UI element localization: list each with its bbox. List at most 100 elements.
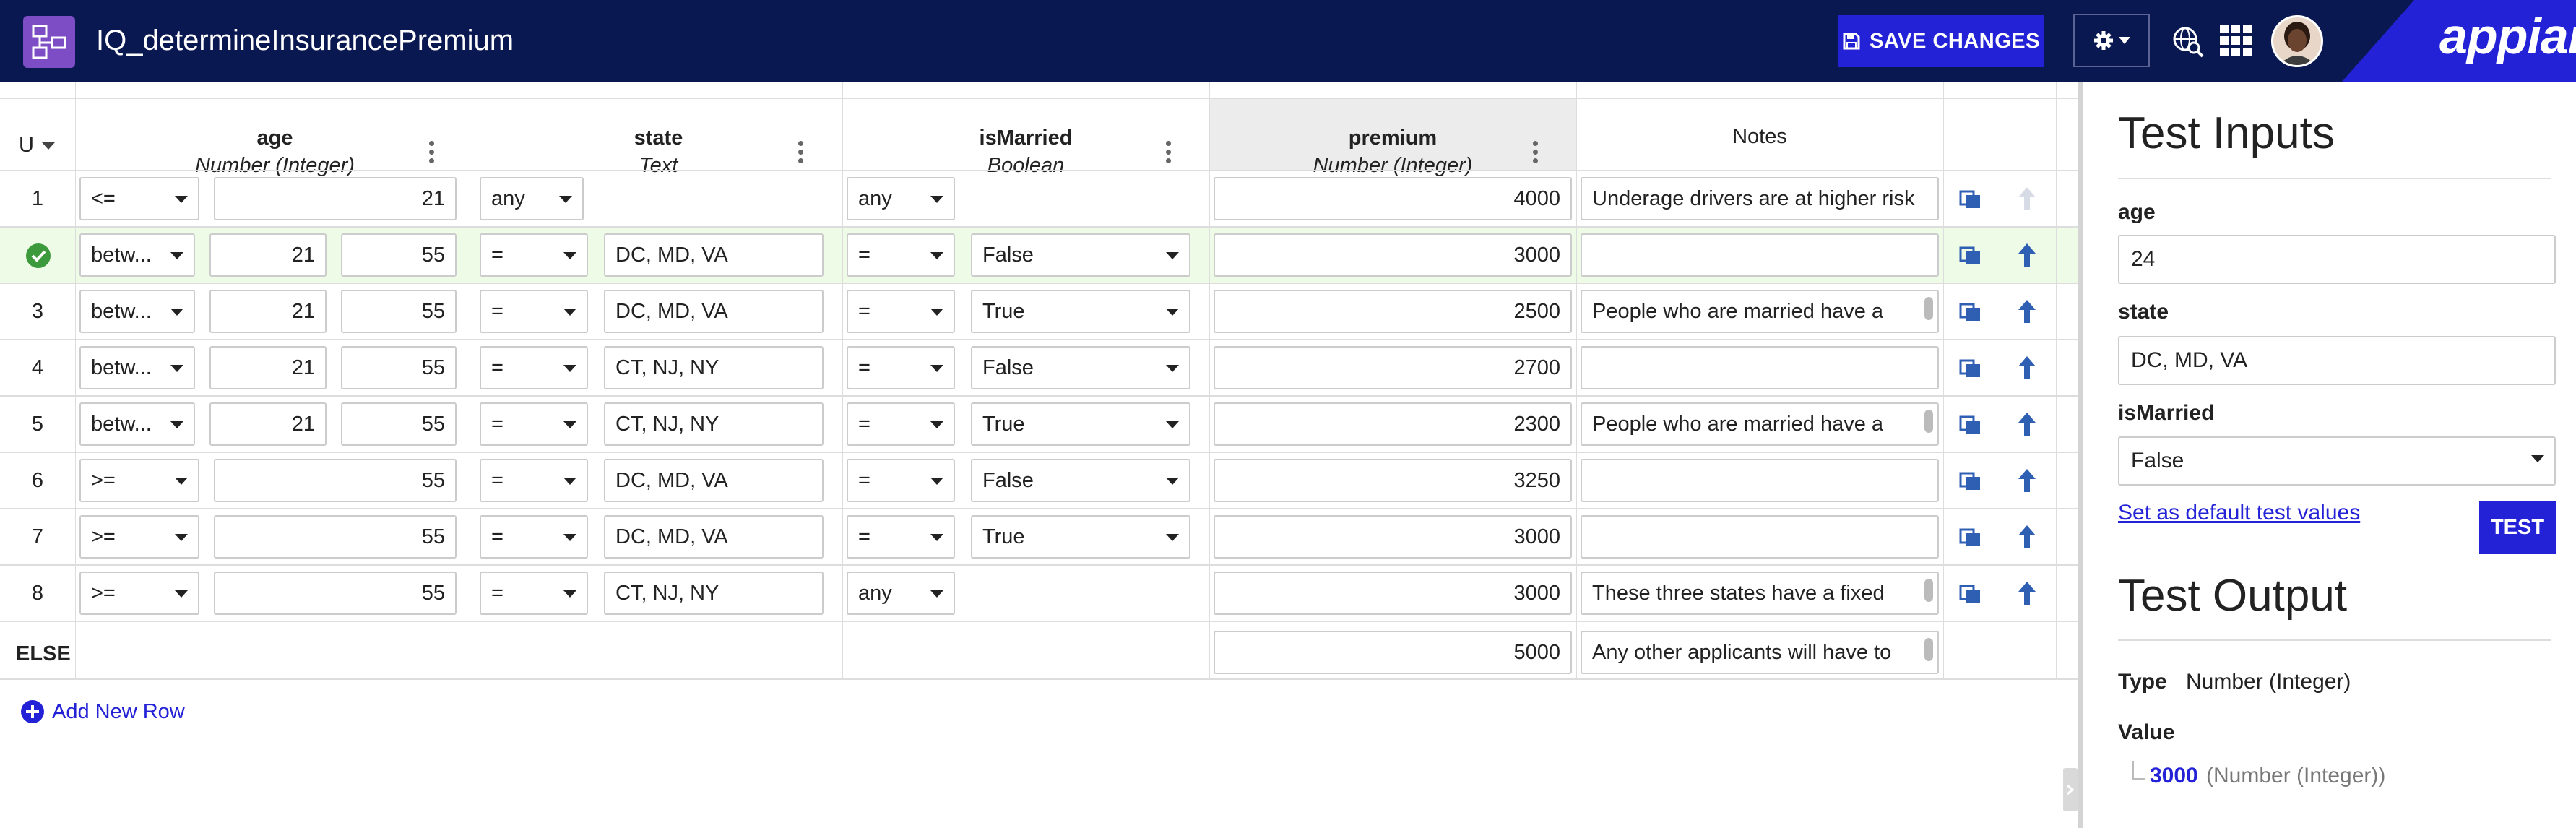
- app-grid-icon[interactable]: [2220, 25, 2252, 56]
- else-premium-input[interactable]: 5000: [1214, 631, 1572, 674]
- premium-input[interactable]: 3000: [1214, 515, 1572, 559]
- age-operator-select[interactable]: betw...: [79, 346, 195, 389]
- duplicate-row-icon[interactable]: [1958, 467, 1987, 496]
- ismarried-operator-select[interactable]: any: [847, 177, 955, 220]
- duplicate-row-icon[interactable]: [1958, 524, 1987, 553]
- notes-input[interactable]: [1581, 233, 1939, 277]
- move-row-up-icon[interactable]: [2014, 466, 2043, 495]
- age-operator-select[interactable]: <=: [79, 177, 199, 220]
- ismarried-column-menu-icon[interactable]: [1166, 141, 1172, 164]
- test-button[interactable]: TEST: [2479, 501, 2556, 554]
- ismarried-operator-select[interactable]: =: [847, 346, 955, 389]
- ismarried-operator-select[interactable]: =: [847, 402, 955, 446]
- age-column-menu-icon[interactable]: [429, 141, 435, 164]
- state-operator-select[interactable]: =: [480, 290, 588, 333]
- age-min-input[interactable]: 21: [209, 233, 327, 277]
- state-value-input[interactable]: DC, MD, VA: [604, 515, 824, 559]
- premium-input[interactable]: 2700: [1214, 346, 1572, 389]
- move-row-up-icon[interactable]: [2014, 241, 2043, 269]
- move-row-up-icon[interactable]: [2014, 579, 2043, 608]
- age-operator-select[interactable]: betw...: [79, 290, 195, 333]
- settings-menu-button[interactable]: [2073, 14, 2150, 67]
- notes-scrollbar[interactable]: [1924, 297, 1933, 320]
- premium-input[interactable]: 3250: [1214, 459, 1572, 502]
- move-row-up-icon[interactable]: [2014, 353, 2043, 382]
- age-max-input[interactable]: 55: [341, 346, 457, 389]
- state-operator-select[interactable]: =: [480, 515, 588, 559]
- ismarried-value-select[interactable]: True: [971, 290, 1190, 333]
- ismarried-value-select[interactable]: True: [971, 402, 1190, 446]
- premium-input[interactable]: 3000: [1214, 572, 1572, 615]
- notes-input[interactable]: People who are married have a: [1581, 290, 1939, 333]
- user-avatar[interactable]: [2271, 15, 2323, 67]
- duplicate-row-icon[interactable]: [1958, 186, 1987, 215]
- duplicate-row-icon[interactable]: [1958, 355, 1987, 384]
- notes-scrollbar[interactable]: [1924, 410, 1933, 433]
- state-operator-select[interactable]: =: [480, 346, 588, 389]
- age-min-input[interactable]: 21: [209, 346, 327, 389]
- notes-input[interactable]: People who are married have a: [1581, 402, 1939, 446]
- state-operator-select[interactable]: any: [480, 177, 584, 220]
- output-value-number[interactable]: 3000: [2150, 764, 2198, 788]
- state-value-input[interactable]: CT, NJ, NY: [604, 346, 824, 389]
- ismarried-operator-select[interactable]: =: [847, 515, 955, 559]
- panel-resize-handle[interactable]: [2063, 768, 2078, 811]
- age-min-input[interactable]: 21: [209, 290, 327, 333]
- duplicate-row-icon[interactable]: [1958, 411, 1987, 440]
- state-operator-select[interactable]: =: [480, 233, 588, 277]
- state-value-input[interactable]: DC, MD, VA: [604, 233, 824, 277]
- notes-scrollbar[interactable]: [1924, 638, 1933, 661]
- ismarried-value-select[interactable]: True: [971, 515, 1190, 559]
- state-value-input[interactable]: DC, MD, VA: [604, 459, 824, 502]
- state-value-input[interactable]: CT, NJ, NY: [604, 572, 824, 615]
- state-operator-select[interactable]: =: [480, 459, 588, 502]
- else-notes-input[interactable]: Any other applicants will have to: [1581, 631, 1939, 674]
- age-operator-select[interactable]: betw...: [79, 402, 195, 446]
- ismarried-operator-select[interactable]: =: [847, 290, 955, 333]
- ismarried-value-select[interactable]: False: [971, 233, 1190, 277]
- set-default-values-link[interactable]: Set as default test values: [2118, 501, 2360, 525]
- premium-input[interactable]: 4000: [1214, 177, 1572, 220]
- premium-input[interactable]: 3000: [1214, 233, 1572, 277]
- save-changes-button[interactable]: SAVE CHANGES: [1838, 15, 2044, 67]
- notes-input[interactable]: These three states have a fixed: [1581, 572, 1939, 615]
- age-operator-select[interactable]: >=: [79, 572, 199, 615]
- state-operator-select[interactable]: =: [480, 402, 588, 446]
- state-value-input[interactable]: DC, MD, VA: [604, 290, 824, 333]
- move-row-up-icon[interactable]: [2014, 410, 2043, 439]
- notes-input[interactable]: [1581, 346, 1939, 389]
- move-row-up-icon[interactable]: [2014, 522, 2043, 551]
- globe-search-icon[interactable]: [2171, 25, 2204, 58]
- age-value-input[interactable]: 21: [214, 177, 457, 220]
- age-operator-select[interactable]: betw...: [79, 233, 195, 277]
- ismarried-value-select[interactable]: False: [971, 459, 1190, 502]
- age-test-input[interactable]: 24: [2118, 235, 2556, 284]
- age-value-input[interactable]: 55: [214, 515, 457, 559]
- age-max-input[interactable]: 55: [341, 290, 457, 333]
- duplicate-row-icon[interactable]: [1958, 242, 1987, 271]
- premium-input[interactable]: 2500: [1214, 290, 1572, 333]
- premium-input[interactable]: 2300: [1214, 402, 1572, 446]
- move-row-up-icon[interactable]: [2014, 297, 2043, 326]
- age-max-input[interactable]: 55: [341, 402, 457, 446]
- state-column-menu-icon[interactable]: [798, 141, 804, 164]
- notes-input[interactable]: [1581, 515, 1939, 559]
- ismarried-operator-select[interactable]: =: [847, 459, 955, 502]
- ismarried-test-select[interactable]: False: [2118, 436, 2556, 486]
- age-max-input[interactable]: 55: [341, 233, 457, 277]
- age-value-input[interactable]: 55: [214, 572, 457, 615]
- notes-input[interactable]: [1581, 459, 1939, 502]
- ismarried-operator-select[interactable]: any: [847, 572, 955, 615]
- duplicate-row-icon[interactable]: [1958, 580, 1987, 609]
- age-operator-select[interactable]: >=: [79, 515, 199, 559]
- ismarried-value-select[interactable]: False: [971, 346, 1190, 389]
- age-value-input[interactable]: 55: [214, 459, 457, 502]
- duplicate-row-icon[interactable]: [1958, 298, 1987, 327]
- ismarried-operator-select[interactable]: =: [847, 233, 955, 277]
- state-operator-select[interactable]: =: [480, 572, 588, 615]
- notes-input[interactable]: Underage drivers are at higher risk: [1581, 177, 1939, 220]
- age-operator-select[interactable]: >=: [79, 459, 199, 502]
- state-test-input[interactable]: DC, MD, VA: [2118, 336, 2556, 385]
- u-column-header[interactable]: U: [0, 99, 75, 171]
- state-value-input[interactable]: CT, NJ, NY: [604, 402, 824, 446]
